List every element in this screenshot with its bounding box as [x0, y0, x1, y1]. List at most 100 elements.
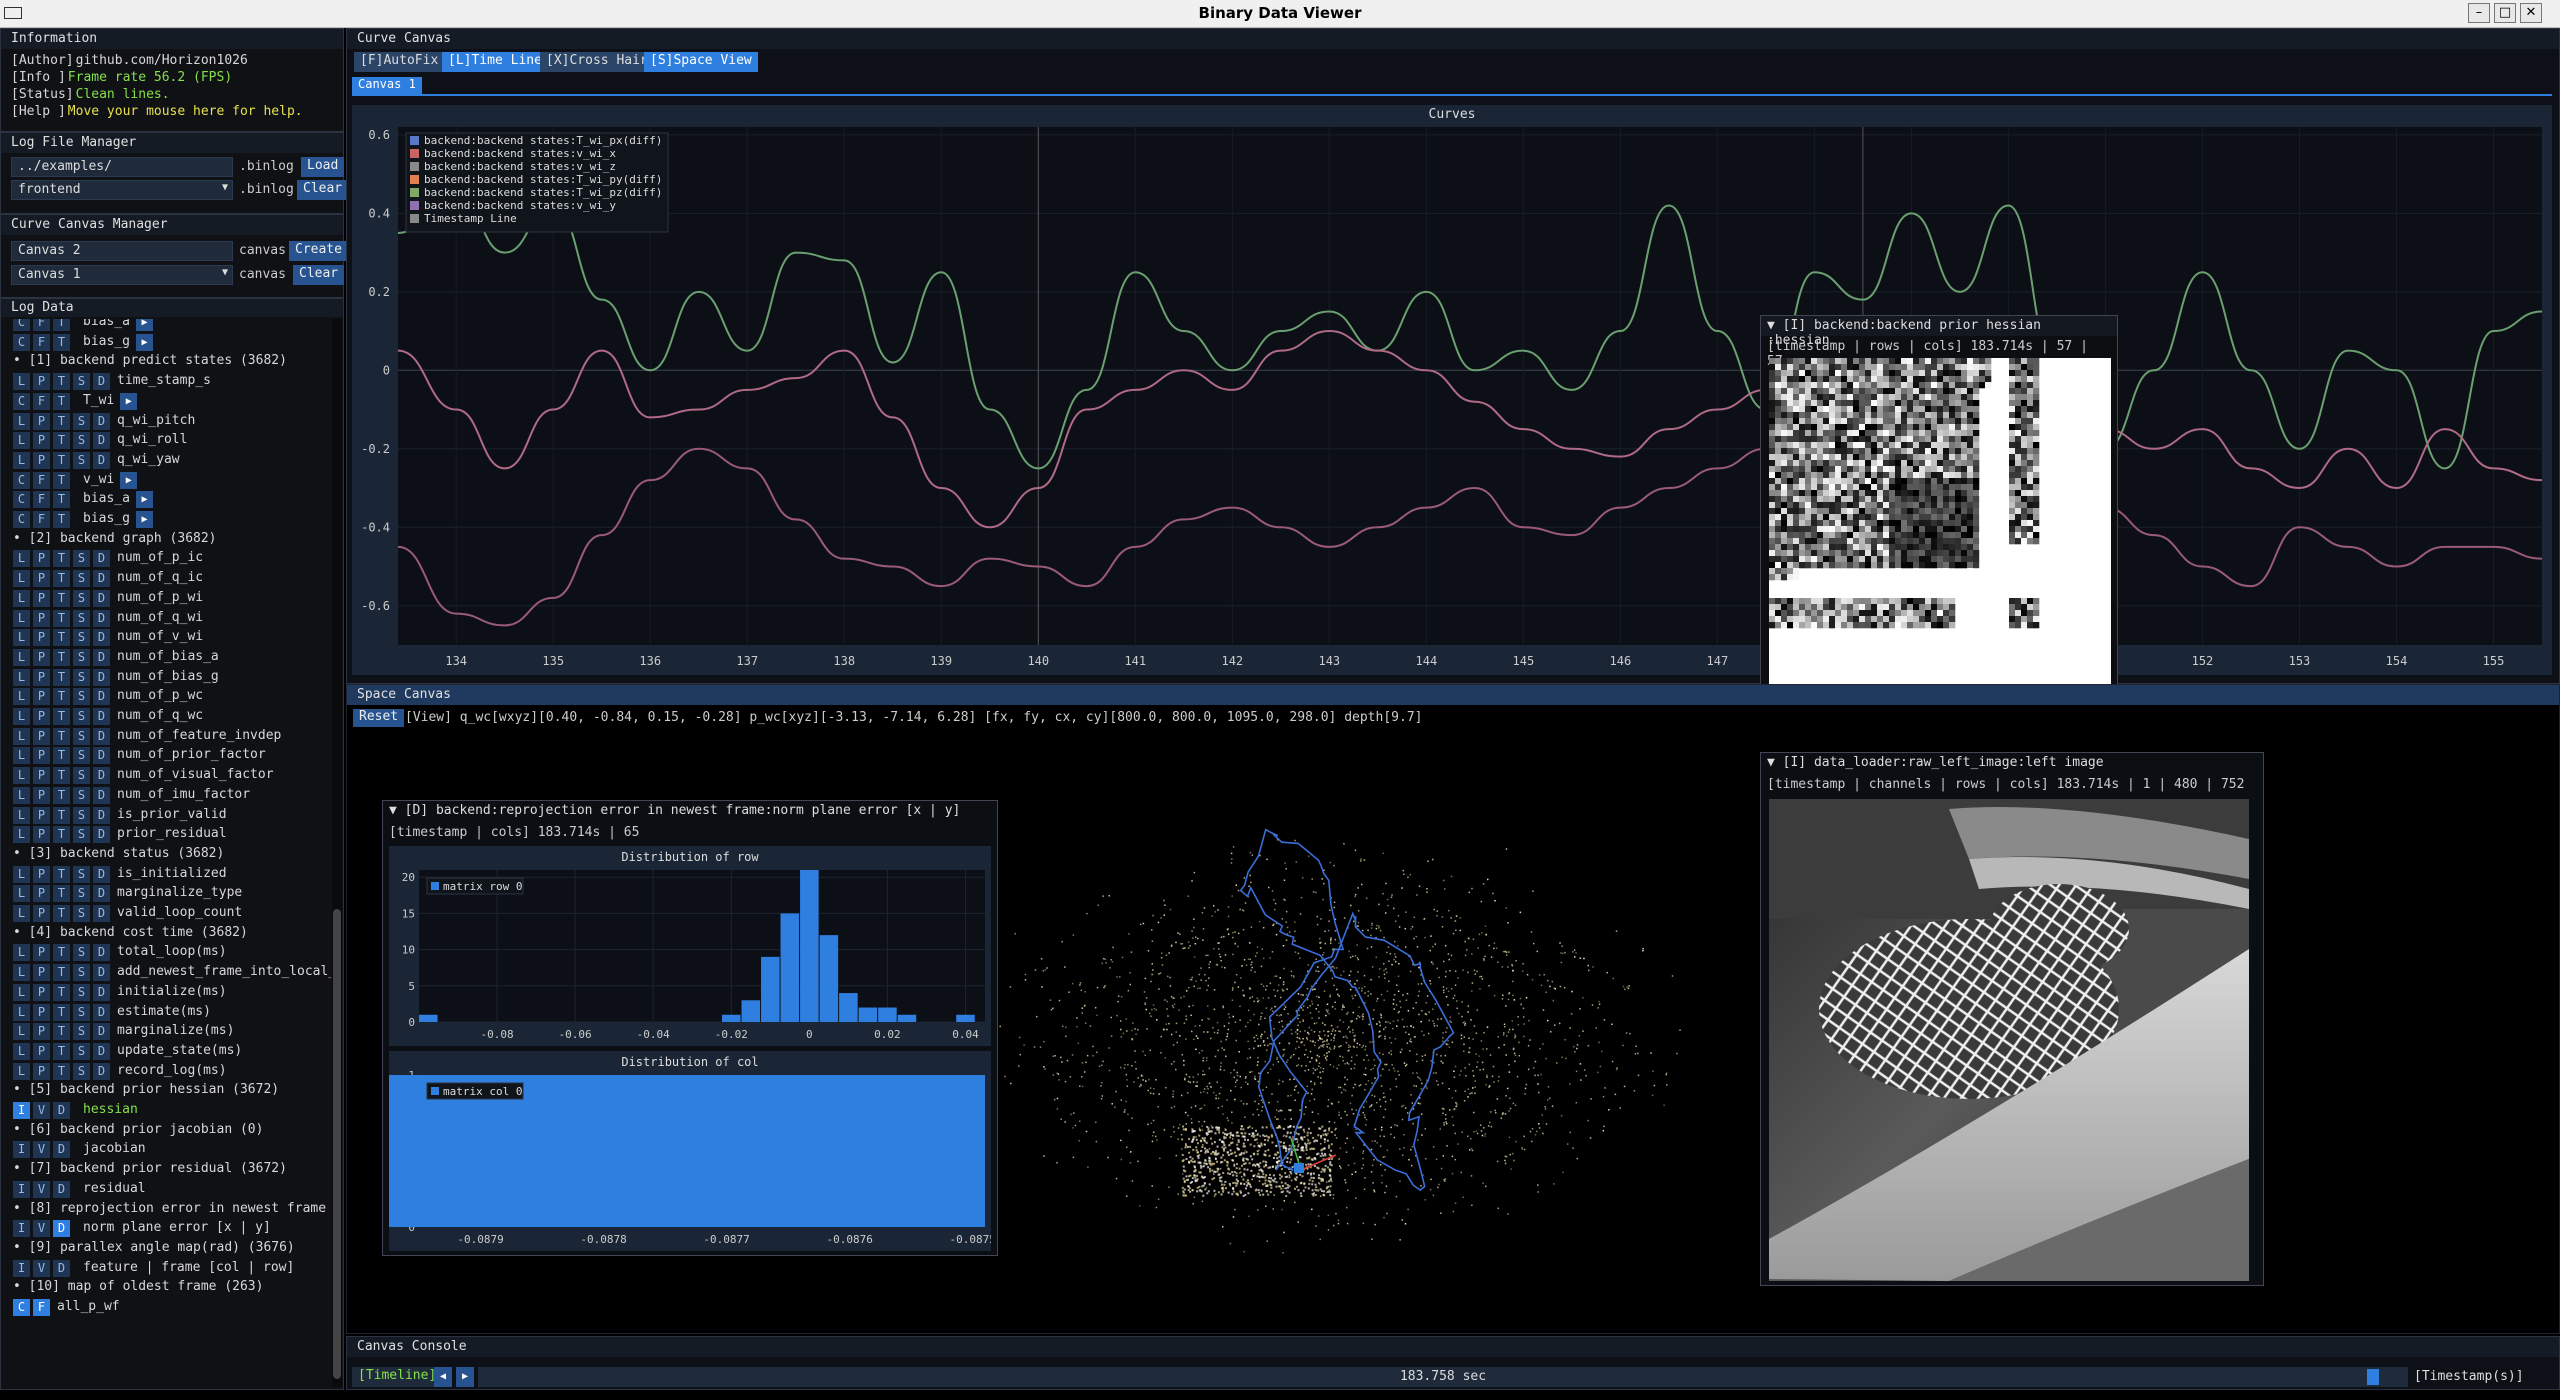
log-item[interactable]: L P T S Dnum_of_prior_factor — [13, 747, 266, 767]
log-chip-s[interactable]: S — [73, 905, 90, 922]
log-item[interactable]: L P T S Dnum_of_v_wi — [13, 629, 203, 649]
timeline-slider[interactable]: 183.758 sec — [478, 1367, 2408, 1387]
log-item[interactable]: L P T S Dupdate_state(ms) — [13, 1042, 242, 1063]
log-chip-d[interactable]: D — [53, 1259, 70, 1277]
log-chip-l[interactable]: L — [13, 944, 30, 962]
legend-swatch[interactable] — [410, 201, 419, 210]
log-group-header[interactable]: • [4] backend cost time (3682) — [13, 925, 248, 945]
log-chip-p[interactable]: P — [33, 1042, 50, 1060]
legend-swatch[interactable] — [410, 149, 419, 158]
dropdown-arrow-icon[interactable]: ▼ — [222, 267, 228, 278]
log-chip-f[interactable]: F — [33, 1299, 50, 1316]
log-item[interactable]: L P T S Dtime_stamp_s — [13, 373, 211, 393]
timeline-next-icon[interactable]: ▶ — [456, 1367, 474, 1387]
log-chip-p[interactable]: P — [33, 944, 50, 962]
log-chip-d[interactable]: D — [93, 589, 110, 607]
log-chip-t[interactable]: T — [53, 865, 70, 883]
log-chip-d[interactable]: D — [93, 609, 110, 627]
row-distribution-chart[interactable]: Distribution of row 20 15 10 5 0 -0.08 -0.06 -0.… — [389, 846, 991, 1046]
log-chip-t[interactable]: T — [53, 747, 70, 765]
log-chip-s[interactable]: S — [73, 806, 90, 824]
log-chip-s[interactable]: S — [73, 432, 90, 450]
log-select[interactable]: frontend ▼ — [11, 180, 233, 200]
log-chip-d[interactable]: D — [93, 668, 110, 686]
log-chip-l[interactable]: L — [13, 905, 30, 922]
col-distribution-chart[interactable]: Distribution of col10.90.80.70.60.50.40.… — [389, 1051, 991, 1251]
log-item[interactable]: I V Dhessian — [13, 1102, 138, 1122]
log-chip-f[interactable]: F — [33, 471, 50, 489]
log-item[interactable]: L P T S Drecord_log(ms) — [13, 1062, 227, 1083]
log-chip-s[interactable]: S — [73, 629, 90, 647]
log-chip-d[interactable]: D — [93, 550, 110, 568]
log-chip-f[interactable]: F — [33, 392, 50, 410]
log-chip-p[interactable]: P — [33, 609, 50, 627]
load-button[interactable]: Load — [301, 157, 345, 177]
log-chip-i[interactable]: I — [13, 1220, 30, 1238]
log-chip-t[interactable]: T — [53, 964, 70, 982]
log-item[interactable]: L P T S Dq_wi_roll — [13, 432, 187, 452]
log-chip-s[interactable]: S — [73, 983, 90, 1001]
log-chip-t[interactable]: T — [53, 1023, 70, 1041]
log-chip-l[interactable]: L — [13, 964, 30, 982]
log-chip-l[interactable]: L — [13, 609, 30, 627]
log-chip-d[interactable]: D — [93, 865, 110, 883]
log-chip-p[interactable]: P — [33, 826, 50, 844]
log-chip-f[interactable]: F — [33, 319, 50, 331]
log-chip-c[interactable]: C — [13, 333, 30, 351]
hist-legend-swatch[interactable] — [431, 882, 439, 890]
log-chip-t[interactable]: T — [53, 609, 70, 627]
log-chip-t[interactable]: T — [53, 451, 70, 469]
log-chip-t[interactable]: T — [53, 668, 70, 686]
legend-label[interactable]: backend:backend states:T_wi_py(diff) — [424, 173, 662, 186]
expand-arrow-icon[interactable]: ▶ — [135, 511, 153, 528]
log-item[interactable]: C F T T_wi ▶ — [13, 392, 138, 413]
toolbar-button-3[interactable]: [S]Space View — [644, 52, 758, 72]
log-chip-t[interactable]: T — [53, 471, 70, 489]
log-chip-t[interactable]: T — [53, 826, 70, 844]
log-item[interactable]: L P T S Dnum_of_p_ic — [13, 550, 203, 570]
log-item[interactable]: L P T S Dnum_of_imu_factor — [13, 786, 250, 807]
legend-label[interactable]: backend:backend states:v_wi_x — [424, 147, 616, 160]
legend-swatch[interactable] — [410, 162, 419, 171]
log-chip-p[interactable]: P — [33, 688, 50, 706]
log-chip-v[interactable]: V — [33, 1102, 50, 1119]
legend-label[interactable]: backend:backend states:T_wi_px(diff) — [424, 134, 662, 147]
log-chip-p[interactable]: P — [33, 432, 50, 450]
log-chip-s[interactable]: S — [73, 1023, 90, 1041]
log-chip-c[interactable]: C — [13, 491, 30, 509]
log-chip-s[interactable]: S — [73, 786, 90, 804]
log-chip-t[interactable]: T — [53, 491, 70, 509]
log-chip-c[interactable]: C — [13, 471, 30, 489]
log-chip-t[interactable]: T — [53, 786, 70, 804]
log-chip-p[interactable]: P — [33, 983, 50, 1001]
log-chip-p[interactable]: P — [33, 589, 50, 607]
log-chip-v[interactable]: V — [33, 1180, 50, 1198]
hist-legend-swatch[interactable] — [431, 1087, 439, 1095]
log-chip-s[interactable]: S — [73, 589, 90, 607]
dropdown-arrow-icon[interactable]: ▼ — [222, 182, 228, 193]
log-chip-d[interactable]: D — [93, 964, 110, 982]
log-item[interactable]: C Fall_p_wf — [13, 1299, 120, 1319]
log-chip-t[interactable]: T — [53, 412, 70, 430]
log-item[interactable]: I V Dnorm plane error [x | y] — [13, 1220, 271, 1240]
log-chip-l[interactable]: L — [13, 1003, 30, 1021]
log-chip-l[interactable]: L — [13, 983, 30, 1001]
log-item[interactable]: C F Tv_wi ▶ — [13, 471, 138, 492]
hessian-popup[interactable]: ▼ [I] backend:backend prior hessian :hes… — [1760, 315, 2118, 707]
log-chip-c[interactable]: C — [13, 392, 30, 410]
log-item[interactable]: L P T S Dmarginalize(ms) — [13, 1023, 234, 1043]
log-chip-s[interactable]: S — [73, 727, 90, 745]
log-item[interactable]: L P T S Dnum_of_p_wc — [13, 688, 203, 708]
log-chip-l[interactable]: L — [13, 373, 30, 391]
log-item[interactable]: C F Tbias_g ▶ — [13, 333, 153, 354]
log-chip-p[interactable]: P — [33, 905, 50, 922]
log-chip-c[interactable]: C — [13, 511, 30, 528]
log-chip-s[interactable]: S — [73, 1003, 90, 1021]
log-item[interactable]: L P T S Dis_prior_valid — [13, 806, 227, 827]
log-item[interactable]: L P T S Dnum_of_visual_factor — [13, 767, 274, 787]
log-chip-t[interactable]: T — [53, 905, 70, 922]
log-chip-s[interactable]: S — [73, 688, 90, 706]
log-chip-l[interactable]: L — [13, 708, 30, 725]
log-chip-t[interactable]: T — [53, 983, 70, 1001]
log-item[interactable]: L P T S Dnum_of_q_ic — [13, 570, 203, 590]
